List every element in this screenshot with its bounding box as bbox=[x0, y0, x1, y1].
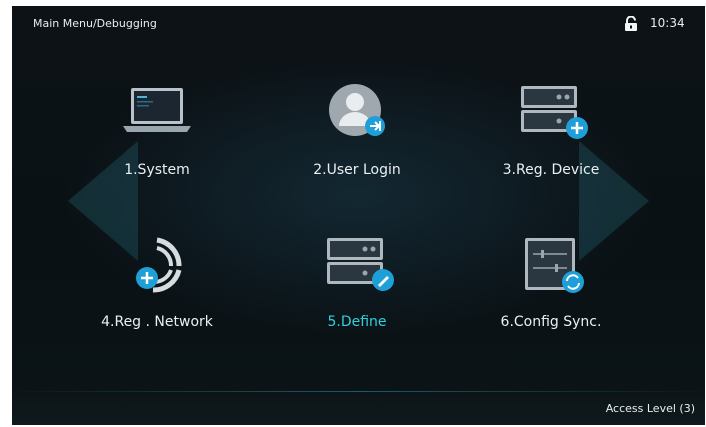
footer: Access Level (3) bbox=[12, 391, 705, 425]
screen: Main Menu/Debugging 10:34 1.System 2.Use… bbox=[12, 6, 705, 425]
menu-item-label: 2.User Login bbox=[313, 162, 401, 178]
menu-item-define[interactable]: 5.Define bbox=[262, 234, 452, 354]
menu-item-label: 1.System bbox=[124, 162, 190, 178]
menu-item-reg-device[interactable]: 3.Reg. Device bbox=[456, 82, 646, 202]
menu-item-label: 3.Reg. Device bbox=[502, 162, 600, 178]
user-login-icon bbox=[329, 84, 385, 136]
breadcrumb: Main Menu/Debugging bbox=[33, 17, 157, 30]
clock-time: 10:34 bbox=[650, 16, 685, 30]
menu-item-user-login[interactable]: 2.User Login bbox=[262, 82, 452, 202]
footer-divider bbox=[12, 391, 705, 392]
menu-item-label: 6.Config Sync. bbox=[500, 314, 602, 330]
network-add-icon bbox=[136, 237, 182, 293]
menu-item-label: 4.Reg . Network bbox=[101, 314, 213, 330]
access-level: Access Level (3) bbox=[605, 402, 695, 415]
menu-item-system[interactable]: 1.System bbox=[62, 82, 252, 202]
menu-item-reg-network[interactable]: 4.Reg . Network bbox=[62, 234, 252, 354]
lock-open-icon[interactable] bbox=[624, 16, 638, 32]
sync-settings-icon bbox=[525, 238, 584, 293]
server-add-icon bbox=[521, 86, 588, 139]
laptop-icon bbox=[123, 88, 191, 132]
server-edit-icon bbox=[327, 238, 394, 291]
menu-item-label: 5.Define bbox=[327, 314, 387, 330]
menu-item-config-sync[interactable]: 6.Config Sync. bbox=[456, 234, 646, 354]
header: Main Menu/Debugging 10:34 bbox=[12, 6, 705, 42]
